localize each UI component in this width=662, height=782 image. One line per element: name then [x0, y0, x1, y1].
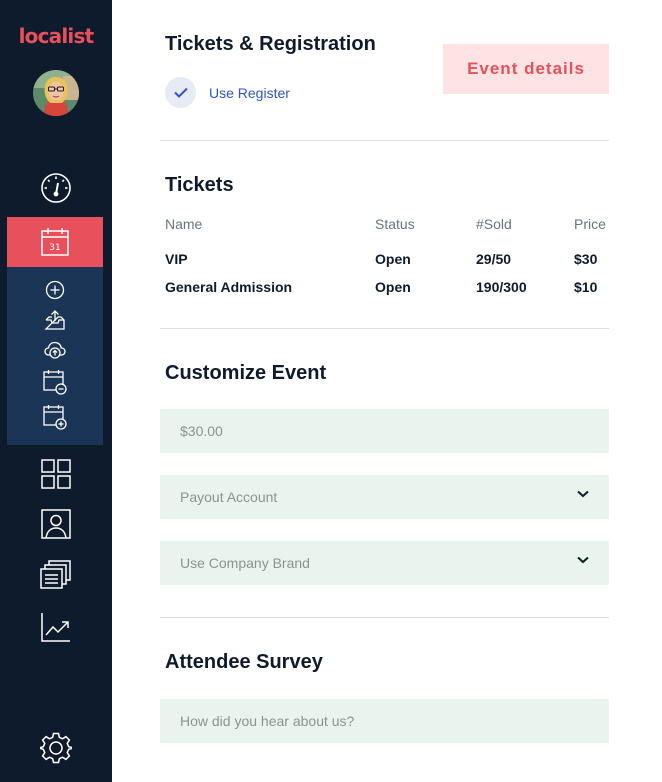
divider	[160, 328, 609, 329]
sidebar-item-settings[interactable]	[0, 732, 112, 764]
documents-icon	[40, 560, 71, 589]
sidebar-item-widgets[interactable]	[0, 458, 112, 490]
gear-icon	[40, 732, 72, 764]
column-header-name: Name	[165, 216, 203, 232]
divider	[160, 140, 609, 141]
chart-icon	[41, 613, 70, 642]
calendar-day-label: 31	[49, 243, 60, 253]
sidebar-item-people[interactable]	[0, 508, 112, 540]
event-details-button[interactable]: Event details	[443, 44, 609, 94]
payout-account-placeholder: Payout Account	[180, 489, 278, 505]
avatar[interactable]	[33, 70, 79, 116]
sidebar-item-calendar-add[interactable]	[7, 403, 103, 431]
price-input[interactable]: $30.00	[160, 409, 609, 453]
sidebar-item-add-event[interactable]	[7, 279, 103, 301]
calendar-subnav	[7, 267, 103, 445]
sidebar-item-calendar-remove[interactable]	[7, 369, 103, 395]
ticket-price: $30	[574, 251, 598, 267]
tickets-title: Tickets	[165, 174, 234, 196]
company-brand-placeholder: Use Company Brand	[180, 555, 310, 571]
gauge-icon	[41, 173, 71, 203]
column-header-status: Status	[375, 216, 415, 232]
ticket-sold: 190/300	[476, 279, 527, 295]
check-icon	[165, 77, 196, 108]
use-register-label: Use Register	[209, 84, 290, 101]
calendar-plus-icon	[43, 405, 67, 430]
ticket-name: VIP	[165, 251, 188, 267]
column-header-price: Price	[574, 216, 606, 232]
user-icon	[41, 509, 71, 539]
payout-account-select[interactable]: Payout Account	[160, 475, 609, 519]
plus-circle-icon	[45, 280, 65, 300]
sidebar-item-cloud-upload[interactable]	[7, 339, 103, 361]
ticket-sold: 29/50	[476, 251, 512, 267]
sidebar-item-analytics[interactable]	[0, 611, 112, 643]
cloud-upload-icon	[44, 341, 66, 359]
ticket-name: General Admission	[165, 279, 293, 295]
survey-title: Attendee Survey	[165, 651, 323, 673]
sidebar-item-import[interactable]	[7, 309, 103, 331]
chevron-down-icon	[577, 490, 589, 498]
calendar-icon: 31	[41, 228, 69, 256]
sidebar-item-dashboard[interactable]	[0, 172, 112, 204]
use-register-toggle[interactable]: Use Register	[165, 77, 290, 108]
ticket-status: Open	[375, 279, 411, 295]
grid-icon	[41, 459, 71, 489]
customize-title: Customize Event	[165, 362, 327, 384]
ticket-price: $10	[574, 279, 598, 295]
registration-title: Tickets & Registration	[165, 33, 376, 55]
sidebar-item-pages[interactable]	[0, 559, 112, 591]
app-logo[interactable]: localist	[0, 24, 112, 48]
divider	[160, 617, 609, 618]
survey-question-input[interactable]: How did you hear about us?	[160, 699, 609, 743]
chevron-down-icon	[577, 556, 589, 564]
sidebar-item-calendar[interactable]: 31	[7, 217, 103, 267]
inbox-upload-icon	[44, 310, 65, 330]
company-brand-select[interactable]: Use Company Brand	[160, 541, 609, 585]
sidebar: localist 31	[0, 0, 112, 782]
ticket-status: Open	[375, 251, 411, 267]
calendar-minus-icon	[43, 370, 67, 395]
column-header-sold: #Sold	[476, 216, 512, 232]
